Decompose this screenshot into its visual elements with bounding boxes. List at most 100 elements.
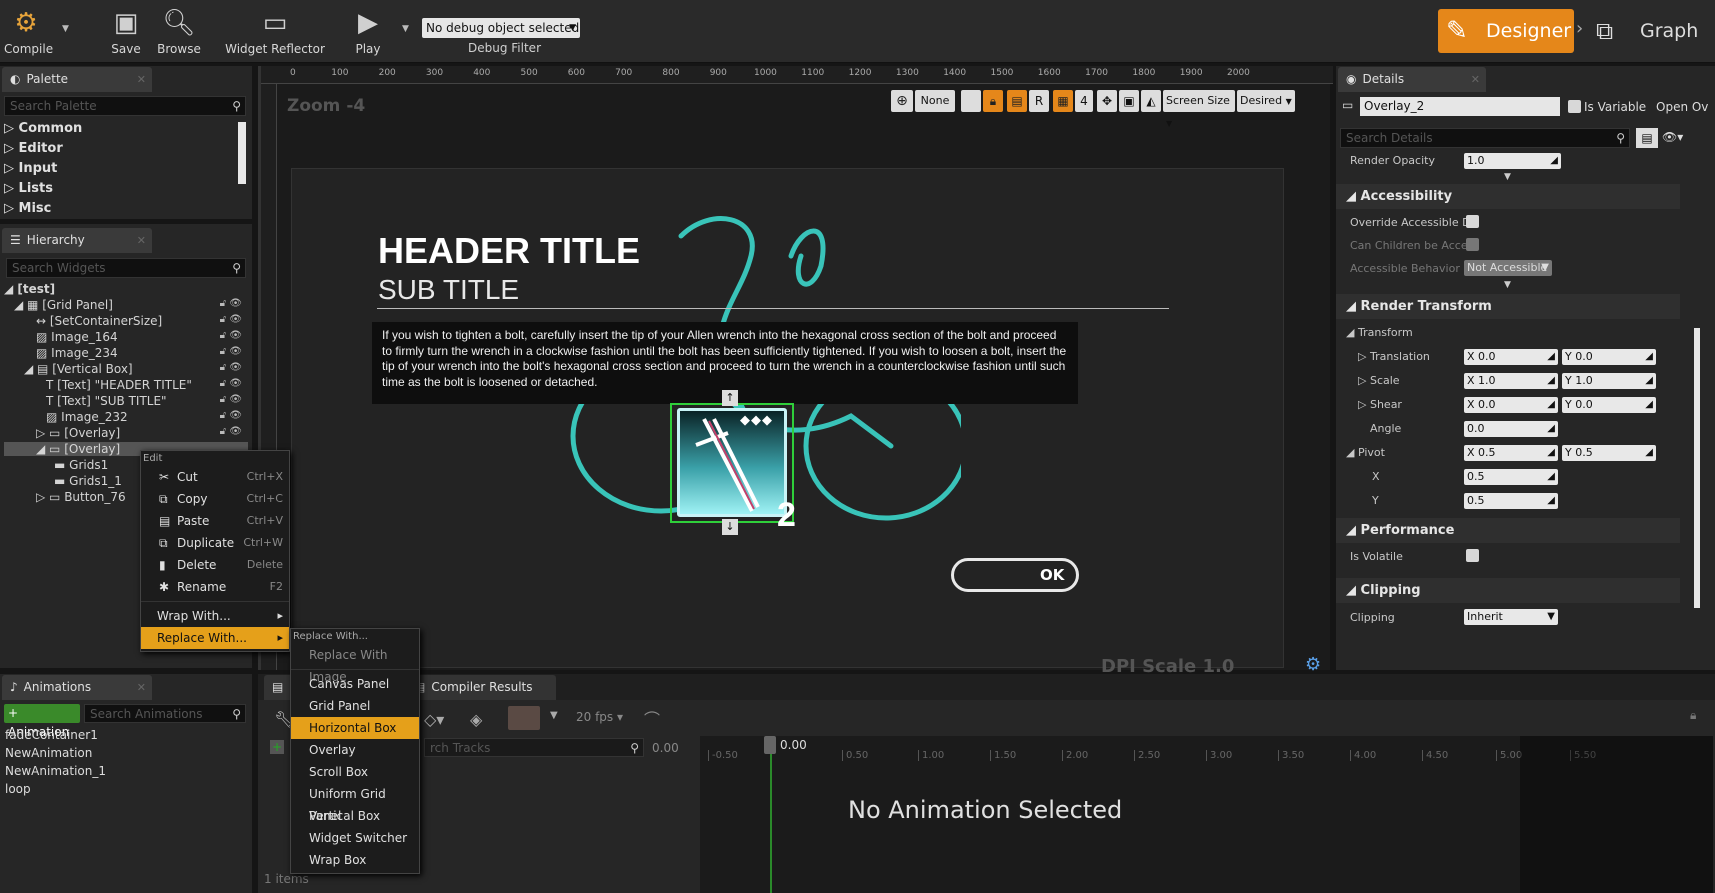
submenu-item-uniform-grid-panel[interactable]: Uniform Grid Panel	[291, 783, 419, 823]
keyframe-icon[interactable]: ◇▾	[424, 710, 444, 729]
outline-toggle-icon[interactable]	[961, 90, 981, 112]
close-icon[interactable]: ✕	[137, 228, 146, 253]
screen-size-dropdown[interactable]: Screen Size ▼	[1163, 90, 1235, 128]
expand-chevron-icon[interactable]: ▼	[1504, 172, 1511, 182]
is-volatile-checkbox[interactable]	[1466, 549, 1479, 562]
hierarchy-item-image-234[interactable]: ▨ Image_234 🔓︎ 👁︎	[36, 346, 248, 360]
submenu-item-widget-switcher[interactable]: Widget Switcher	[291, 827, 419, 849]
image-icon[interactable]: ▣	[1119, 90, 1139, 112]
grid-size-button[interactable]: 4	[1075, 90, 1093, 112]
pivot-x-input[interactable]: X 0.5 ◢	[1464, 445, 1558, 461]
animations-tab[interactable]: ♪ Animations ✕	[2, 675, 152, 700]
hierarchy-item-grids1-1[interactable]: ▬ Grids1_1	[54, 474, 122, 488]
scale-x-input[interactable]: X 1.0 ◢	[1464, 373, 1558, 389]
menu-item-duplicate[interactable]: ⧉ Duplicate Ctrl+W	[141, 532, 289, 554]
menu-item-replace-with[interactable]: Replace With... ▸	[141, 627, 289, 649]
pivot-x-sub-input[interactable]: 0.5 ◢	[1464, 469, 1558, 485]
lock-eye-icon[interactable]: 🔓︎ 👁︎	[220, 378, 242, 389]
save-button[interactable]: ▣ Save	[104, 4, 148, 56]
locale-none-button[interactable]: None	[915, 90, 955, 112]
hierarchy-item-image-232[interactable]: ▨ Image_232 🔓︎ 👁︎	[46, 410, 248, 424]
children-accessible-checkbox[interactable]	[1466, 238, 1479, 251]
details-tab[interactable]: ◉ Details ✕	[1338, 67, 1486, 92]
palette-category-common[interactable]: ▷ Common	[4, 121, 82, 136]
hierarchy-item-image-164[interactable]: ▨ Image_164 🔓︎ 👁︎	[36, 330, 248, 344]
close-icon[interactable]: ✕	[137, 67, 146, 92]
debug-object-select[interactable]: No debug object selected ▼	[422, 18, 580, 38]
palette-category-input[interactable]: ▷ Input	[4, 161, 57, 176]
hierarchy-root[interactable]: ◢ [test]	[4, 282, 55, 296]
scale-row[interactable]: ▷ Scale	[1358, 374, 1400, 387]
visibility-eye-icon[interactable]: 👁︎▾	[1662, 130, 1683, 144]
widget-reflector-button[interactable]: ▭ Widget Reflector	[222, 4, 328, 56]
animation-list-item[interactable]: fadeContainer1	[5, 728, 98, 742]
palette-tab[interactable]: ◐ Palette ✕	[2, 67, 152, 92]
angle-input[interactable]: 0.0 ◢	[1464, 421, 1558, 437]
compile-options-chevron-icon[interactable]: ▼	[62, 24, 69, 34]
submenu-item-replace-with-image[interactable]: Replace With Image	[291, 644, 419, 684]
shear-y-input[interactable]: Y 0.0 ◢	[1562, 397, 1656, 413]
lock-icon[interactable]: 🔒︎	[1690, 708, 1696, 723]
hierarchy-item-grid-panel[interactable]: ◢ ▦ [Grid Panel] 🔓︎ 👁︎	[14, 298, 248, 312]
lock-eye-icon[interactable]: 🔓︎ 👁︎	[220, 426, 242, 437]
lock-eye-icon[interactable]: 🔓︎ 👁︎	[220, 394, 242, 405]
lock-eye-icon[interactable]: 🔓︎ 👁︎	[220, 330, 242, 341]
play-options-chevron-icon[interactable]: ▼	[402, 24, 409, 34]
globe-icon[interactable]: ⊕	[891, 90, 913, 112]
add-animation-button[interactable]: + Animation	[4, 704, 80, 739]
menu-item-rename[interactable]: ✱ Rename F2	[141, 576, 289, 598]
expand-chevron-icon[interactable]: ▼	[1504, 280, 1511, 290]
track-area[interactable]: -0.50 0.50 1.00 1.50 2.00 2.50 3.00 3.50 4.00 4.5…	[700, 736, 1713, 893]
palette-category-misc[interactable]: ▷ Misc	[4, 201, 51, 216]
lock-eye-icon[interactable]: 🔓︎ 👁︎	[220, 298, 242, 309]
submenu-item-overlay[interactable]: Overlay	[291, 739, 419, 761]
hierarchy-item-overlay-1[interactable]: ▷ ▭ [Overlay] 🔓︎ 👁︎	[36, 426, 248, 440]
override-accessible-checkbox[interactable]	[1466, 215, 1479, 228]
curve-editor-icon[interactable]: ⌒	[644, 706, 660, 730]
pivot-row[interactable]: ◢ Pivot	[1346, 446, 1385, 459]
transform-icon[interactable]: ✥	[1097, 90, 1117, 112]
clipping-section-header[interactable]: ◢ Clipping	[1336, 578, 1680, 603]
hierarchy-item-grids1[interactable]: ▬ Grids1	[54, 458, 108, 472]
designer-viewport[interactable]: 0 100 200 300 400 500 600 700 800 900 1000 1100 1200…	[258, 66, 1333, 677]
animation-list-item[interactable]: NewAnimation_1	[5, 764, 106, 778]
dpi-settings-gear-icon[interactable]: ⚙	[1305, 654, 1321, 675]
close-icon[interactable]: ✕	[137, 675, 146, 700]
browse-button[interactable]: 🔍︎ Browse	[156, 4, 202, 56]
add-key-icon[interactable]: ◈	[470, 710, 482, 729]
shear-row[interactable]: ▷ Shear	[1358, 398, 1402, 411]
ok-button[interactable]: OK	[951, 558, 1079, 592]
submenu-item-canvas-panel[interactable]: Canvas Panel	[291, 673, 419, 695]
property-matrix-icon[interactable]: ▤	[1636, 128, 1658, 148]
animation-list-item[interactable]: loop	[5, 782, 31, 796]
open-class-link[interactable]: Open Ov	[1656, 100, 1708, 114]
translation-row[interactable]: ▷ Translation	[1358, 350, 1430, 363]
translation-x-input[interactable]: X 0.0 ◢	[1464, 349, 1558, 365]
menu-item-wrap-with[interactable]: Wrap With... ▸	[141, 605, 289, 627]
close-icon[interactable]: ✕	[1471, 67, 1480, 92]
translation-y-input[interactable]: Y 0.0 ◢	[1562, 349, 1656, 365]
transform-group[interactable]: ◢ Transform	[1346, 326, 1413, 339]
animation-list-item[interactable]: NewAnimation	[5, 746, 92, 760]
hierarchy-item-text-subtitle[interactable]: T [Text] "SUB TITLE" 🔓︎ 👁︎	[46, 394, 248, 408]
shear-x-input[interactable]: X 0.0 ◢	[1464, 397, 1558, 413]
lock-eye-icon[interactable]: 🔓︎ 👁︎	[220, 314, 242, 325]
hierarchy-item-setcontainersize[interactable]: ↔ [SetContainerSize] 🔓︎ 👁︎	[36, 314, 248, 328]
hierarchy-search-input[interactable]: Search Widgets ⚲	[6, 258, 246, 278]
layout-toggle-icon[interactable]: ▤	[1007, 90, 1027, 112]
is-variable-checkbox[interactable]	[1568, 100, 1581, 113]
animation-search-input[interactable]: Search Animations ⚲	[84, 704, 246, 723]
submenu-item-vertical-box[interactable]: Vertical Box	[291, 805, 419, 827]
pivot-y-sub-input[interactable]: 0.5 ◢	[1464, 493, 1558, 509]
lock-eye-icon[interactable]: 🔓︎ 👁︎	[220, 346, 242, 357]
submenu-item-scroll-box[interactable]: Scroll Box	[291, 761, 419, 783]
lock-eye-icon[interactable]: 🔓︎ 👁︎	[220, 362, 242, 373]
performance-section-header[interactable]: ◢ Performance	[1336, 518, 1680, 543]
lock-icon[interactable]: 🔒︎	[983, 90, 1003, 112]
playhead-line[interactable]	[770, 736, 772, 893]
graph-mode-button[interactable]: ⧉ Graph	[1594, 9, 1704, 53]
widget-name-input[interactable]: Overlay_2	[1360, 97, 1560, 116]
header-title-text[interactable]: HEADER TITLE	[378, 230, 640, 272]
playhead-handle[interactable]	[764, 736, 776, 754]
accessible-behavior-dropdown[interactable]: Not Accessible ▼	[1464, 260, 1552, 276]
